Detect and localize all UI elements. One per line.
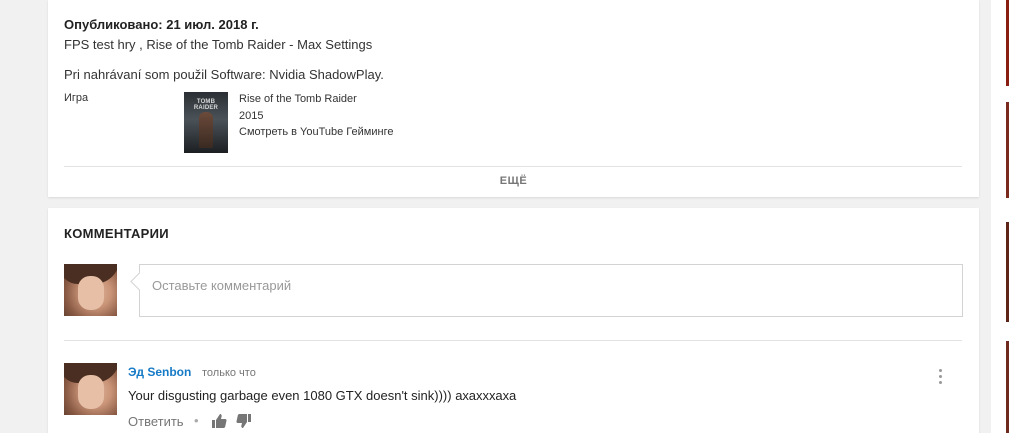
game-title-link[interactable]: Rise of the Tomb Raider <box>239 93 357 105</box>
page: Опубликовано: 21 июл. 2018 г. FPS test h… <box>0 0 1009 433</box>
reply-button[interactable]: Ответить <box>128 414 184 429</box>
youtube-gaming-link[interactable]: Смотреть в YouTube Гейминге <box>239 126 393 138</box>
description-text-line-1: FPS test hry , Rise of the Tomb Raider -… <box>64 37 373 52</box>
comment-input[interactable]: Оставьте комментарий <box>139 264 963 317</box>
separator-dot: • <box>194 413 199 428</box>
comments-heading: КОММЕНТАРИИ <box>64 226 169 241</box>
more-vertical-icon[interactable] <box>936 367 946 385</box>
game-year: 2015 <box>239 110 264 122</box>
description-text-line-2: Pri nahrávaní som použil Software: Nvidi… <box>64 67 384 82</box>
current-user-avatar[interactable] <box>64 264 117 316</box>
game-cover-logo-text: TOMB RAIDER <box>193 99 219 111</box>
comment-timestamp[interactable]: только что <box>202 367 256 379</box>
comments-section: КОММЕНТАРИИ Оставьте комментарий Эд Senb… <box>48 208 979 433</box>
game-cover-figure <box>199 112 213 148</box>
publish-date: Опубликовано: 21 июл. 2018 г. <box>64 17 259 32</box>
comment-author-avatar[interactable] <box>64 363 117 415</box>
divider <box>64 166 962 167</box>
thumbs-up-icon[interactable] <box>211 413 227 429</box>
comment-text: Your disgusting garbage even 1080 GTX do… <box>128 388 517 403</box>
game-cover-thumbnail[interactable]: TOMB RAIDER <box>184 92 228 153</box>
comment-author-name[interactable]: Эд Senbon <box>128 365 191 379</box>
video-description-card: Опубликовано: 21 июл. 2018 г. FPS test h… <box>48 0 979 197</box>
show-more-button[interactable]: ЕЩЁ <box>48 175 979 187</box>
game-label: Игра <box>64 92 89 104</box>
divider <box>64 340 962 341</box>
thumbs-down-icon[interactable] <box>236 413 252 429</box>
